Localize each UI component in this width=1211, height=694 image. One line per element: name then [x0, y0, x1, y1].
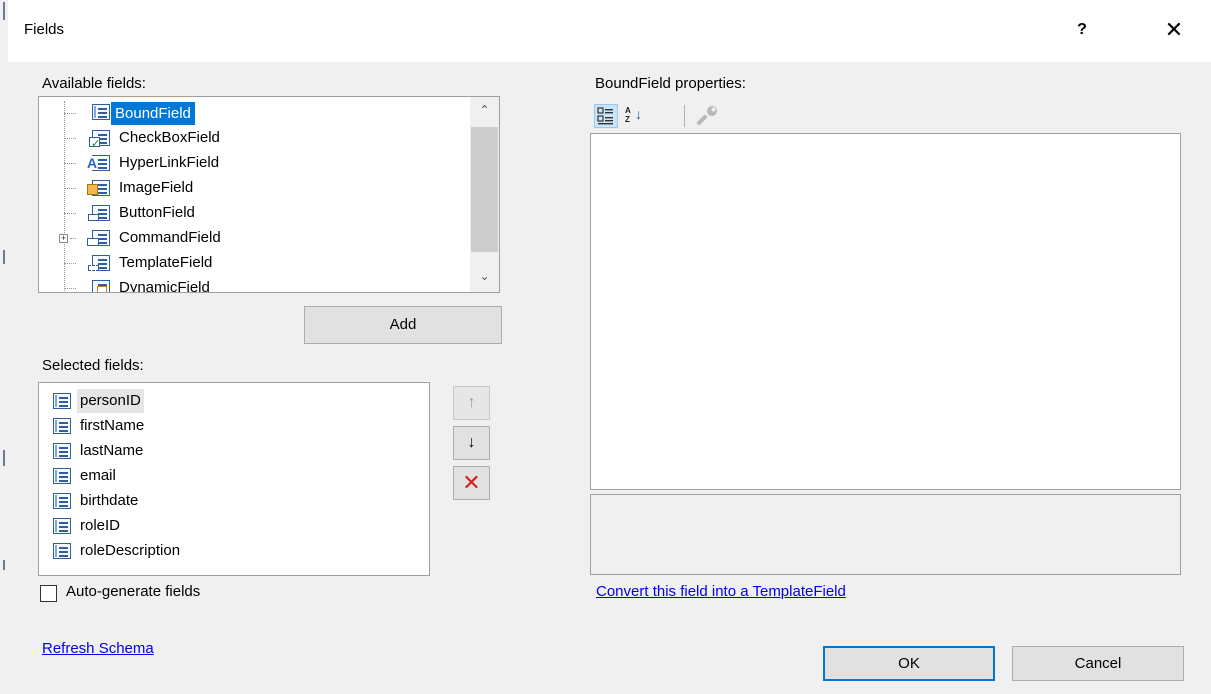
help-button[interactable]: ? [1062, 12, 1102, 48]
refresh-schema-link[interactable]: Refresh Schema [42, 640, 154, 657]
alphabetical-letters: A Z [625, 106, 631, 124]
tree-item-dynamicfield[interactable]: DynamicField [39, 276, 469, 293]
arrow-up-icon: ↑ [467, 394, 476, 411]
bound-field-icon [53, 518, 71, 534]
list-item-label: lastName [80, 442, 144, 459]
property-pages-icon[interactable] [696, 104, 720, 128]
available-fields-scrollbar[interactable]: ⌃ ⌄ [470, 97, 499, 292]
tree-item-imagefield[interactable]: ImageField [39, 176, 469, 201]
template-field-icon [88, 255, 110, 271]
tree-item-templatefield[interactable]: TemplateField [39, 251, 469, 276]
fields-dialog: Fields ? ✕ Available fields: BoundField … [0, 0, 1211, 694]
delete-button[interactable]: ✕ [453, 466, 490, 500]
command-field-icon [87, 230, 110, 246]
auto-generate-label: Auto-generate fields [66, 583, 201, 600]
add-button[interactable]: Add [304, 306, 502, 344]
list-item-label: email [80, 467, 116, 484]
tree-item-label: DynamicField [119, 279, 210, 293]
bound-field-icon [53, 418, 71, 434]
delete-x-icon: ✕ [462, 470, 481, 495]
bound-field-icon [53, 543, 71, 559]
bound-field-icon [53, 443, 71, 459]
tree-item-checkboxfield[interactable]: CheckBoxField [39, 126, 469, 157]
dialog-title: Fields [24, 21, 65, 38]
selected-fields-label: Selected fields: [42, 357, 144, 374]
cancel-button[interactable]: Cancel [1012, 646, 1184, 681]
close-button[interactable]: ✕ [1150, 12, 1198, 48]
expand-icon[interactable]: + [59, 234, 68, 243]
list-item-label: personID [77, 389, 144, 413]
tree-item-label: CommandField [119, 229, 221, 246]
tree-item-label: ButtonField [119, 204, 195, 221]
tree-item-label: HyperLinkField [119, 154, 220, 171]
auto-generate-checkbox[interactable] [40, 585, 57, 602]
tree-item-label: ImageField [119, 179, 194, 196]
ok-button[interactable]: OK [823, 646, 995, 681]
properties-label: BoundField properties: [595, 75, 746, 92]
tree-item-boundfield[interactable]: BoundField [39, 101, 469, 292]
tree-item-commandfield[interactable]: + CommandField [39, 226, 469, 251]
toolbar-separator [684, 105, 685, 127]
button-field-icon [88, 205, 110, 221]
categorized-icon[interactable] [594, 104, 618, 128]
arrow-down-icon: ↓ [467, 434, 476, 451]
hyperlink-field-icon: A [87, 155, 110, 171]
selected-fields-list[interactable]: personID firstName lastName email birthd… [38, 382, 430, 576]
tree-item-label: TemplateField [119, 254, 213, 271]
scroll-down-icon[interactable]: ⌄ [470, 269, 499, 283]
tree-item-hyperlinkfield[interactable]: A HyperLinkField [39, 151, 469, 176]
list-item-label: firstName [80, 417, 145, 434]
scroll-up-icon[interactable]: ⌃ [470, 103, 499, 117]
property-description-panel [590, 494, 1181, 575]
tree-item-buttonfield[interactable]: ButtonField [39, 201, 469, 226]
image-field-icon [87, 180, 110, 196]
available-fields-label: Available fields: [42, 75, 146, 92]
tree-item-label: BoundField [111, 102, 195, 125]
checkbox-field-icon [89, 130, 110, 157]
property-grid[interactable] [590, 133, 1181, 490]
move-down-button[interactable]: ↓ [453, 426, 490, 460]
left-window-edge [0, 0, 8, 694]
scrollbar-thumb[interactable] [471, 127, 498, 252]
alphabetical-icon[interactable]: A Z ↓ [624, 104, 648, 128]
bound-field-icon [53, 393, 71, 409]
sort-arrow-icon: ↓ [635, 106, 642, 122]
move-up-button[interactable]: ↑ [453, 386, 490, 420]
convert-templatefield-link[interactable]: Convert this field into a TemplateField [596, 583, 846, 600]
list-item-label: roleID [80, 517, 121, 534]
title-bar: Fields ? ✕ [0, 0, 1211, 62]
bound-field-icon [53, 493, 71, 509]
tree-item-label: CheckBoxField [119, 129, 220, 146]
bound-field-icon [53, 468, 71, 484]
list-item-label: birthdate [80, 492, 139, 509]
dynamic-field-icon [92, 280, 110, 292]
available-fields-tree[interactable]: BoundField CheckBoxField A HyperLinkFiel… [38, 96, 500, 293]
list-item-label: roleDescription [80, 542, 181, 559]
bound-field-icon [92, 104, 110, 120]
